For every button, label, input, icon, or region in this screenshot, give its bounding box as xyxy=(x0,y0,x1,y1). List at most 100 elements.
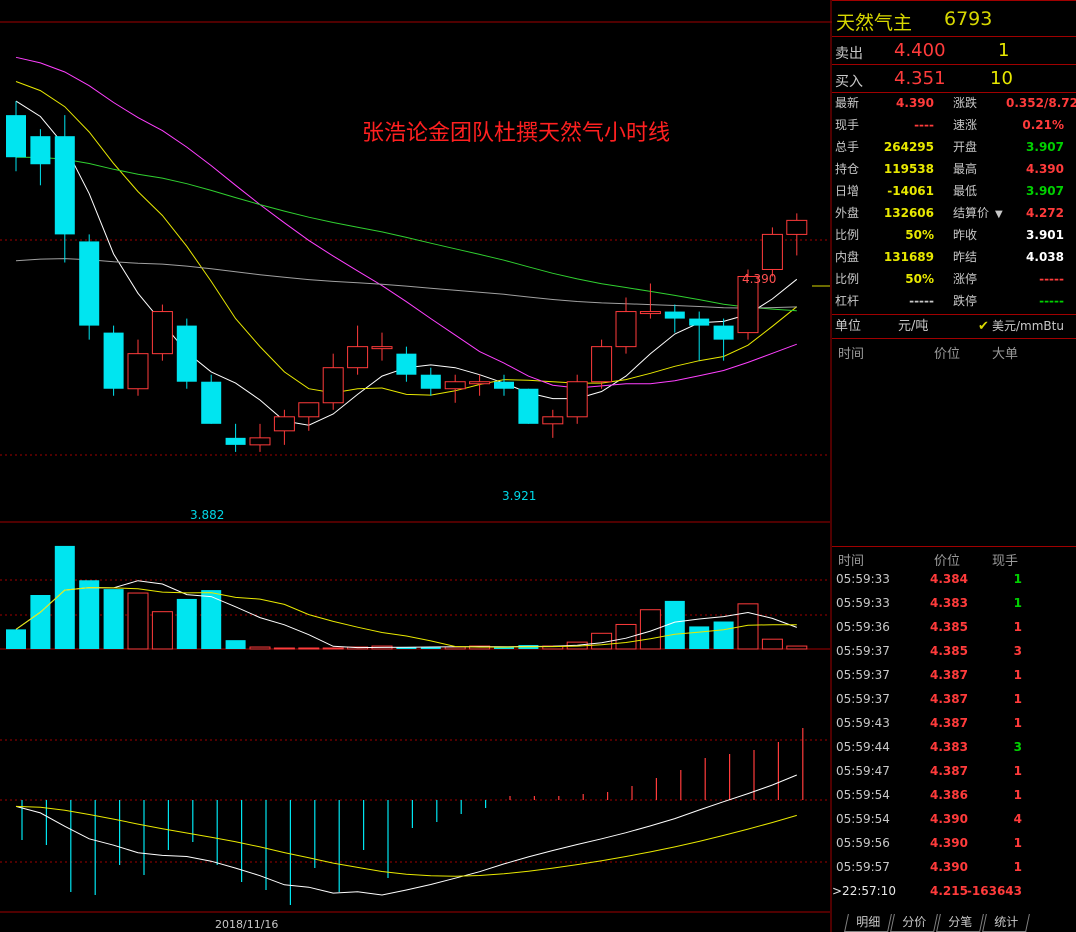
candle-body xyxy=(542,416,564,425)
quote-left-value: ---- xyxy=(914,118,934,132)
candle-body xyxy=(298,402,320,418)
chart-title: 张浩论金团队杜撰天然气小时线 xyxy=(362,121,670,146)
quote-left-value: 132606 xyxy=(883,206,934,220)
candle-body xyxy=(761,233,783,270)
tick-volume: -163643 xyxy=(966,884,1022,898)
quote-left-label: 总手 xyxy=(835,140,860,154)
volume-bar xyxy=(273,647,295,650)
candle-body xyxy=(420,374,441,389)
candle-body xyxy=(30,136,51,165)
quote-left-value: 4.390 xyxy=(896,96,934,110)
tick-volume: 3 xyxy=(1013,644,1022,658)
divider xyxy=(832,0,1076,1)
candle-body xyxy=(371,346,393,350)
candle-body xyxy=(347,346,369,369)
tick-volume: 1 xyxy=(1013,620,1022,634)
tick-time: 05:59:33 xyxy=(836,596,890,610)
tick-time: 05:59:44 xyxy=(836,740,890,754)
tick-time: 05:59:36 xyxy=(836,620,890,634)
tab-detail[interactable]: 明细 xyxy=(844,914,892,932)
high-annotation: 4.390 xyxy=(742,272,776,286)
bid-price[interactable]: 4.351 xyxy=(894,68,946,89)
quote-left-label: 内盘 xyxy=(835,250,860,264)
tick-volume: 1 xyxy=(1013,836,1022,850)
date-label: 2018/11/16 xyxy=(215,918,278,931)
unit-value[interactable]: 元/吨 xyxy=(898,319,928,334)
candle-body xyxy=(786,219,808,235)
tab-stats[interactable]: 统计 xyxy=(982,914,1030,932)
volume-bar xyxy=(322,647,344,650)
quote-right-value: 4.390 xyxy=(1026,162,1064,176)
tick-volume: 3 xyxy=(1013,740,1022,754)
candle-body xyxy=(79,241,100,326)
low-annotation-2: 3.921 xyxy=(502,489,536,503)
candle-body xyxy=(518,388,539,424)
tick-volume: 1 xyxy=(1013,668,1022,682)
quote-right-label: 开盘 xyxy=(953,140,978,154)
bigorder-time-header: 时间 xyxy=(838,347,865,362)
bid-label: 买入 xyxy=(835,74,863,90)
tick-time: 05:59:33 xyxy=(836,572,890,586)
candle-body xyxy=(54,136,75,235)
bigorder-big-header: 大单 xyxy=(992,347,1019,362)
bigorder-price-header: 价位 xyxy=(934,347,961,362)
divider xyxy=(832,546,1076,547)
volume-bar xyxy=(689,626,710,649)
quote-left-value: 50% xyxy=(905,272,934,286)
divider xyxy=(832,338,1076,339)
volume-bar xyxy=(639,609,661,650)
volume-bar xyxy=(249,646,271,650)
volume-bar xyxy=(176,598,197,649)
ask-volume: 1 xyxy=(998,40,1010,61)
tick-volume: 1 xyxy=(1013,788,1022,802)
volume-bar xyxy=(786,645,808,650)
quote-right-label: 结算价 xyxy=(953,206,990,220)
ticks-time-header: 时间 xyxy=(838,554,865,569)
tick-volume: 1 xyxy=(1013,764,1022,778)
quote-left-value: 264295 xyxy=(883,140,934,154)
chevron-down-icon[interactable]: ▼ xyxy=(995,207,1003,222)
quote-right-value: 4.272 xyxy=(1026,206,1064,220)
tick-volume: 1 xyxy=(1013,596,1022,610)
check-icon[interactable]: ✔ xyxy=(978,319,989,334)
quote-right-value: ----- xyxy=(1039,272,1064,286)
tick-time: 05:59:37 xyxy=(836,668,890,682)
quote-right-label: 最低 xyxy=(953,184,978,198)
tick-volume: 1 xyxy=(1013,692,1022,706)
volume-bar xyxy=(225,640,246,649)
tick-time: 05:59:54 xyxy=(836,812,890,826)
candle-body xyxy=(322,367,344,404)
ask-price[interactable]: 4.400 xyxy=(894,40,946,61)
tab-trades[interactable]: 分笔 xyxy=(936,914,984,932)
tick-volume: 1 xyxy=(1013,716,1022,730)
quote-right-value: 3.907 xyxy=(1026,184,1064,198)
tab-price[interactable]: 分价 xyxy=(890,914,938,932)
candle-body xyxy=(151,311,173,355)
tick-volume: 1 xyxy=(1013,860,1022,874)
volume-bar xyxy=(103,589,124,649)
quote-right-value: 0.352/8.72% xyxy=(1006,96,1076,110)
volume-bar xyxy=(79,580,100,649)
quote-right-value: 3.907 xyxy=(1026,140,1064,154)
quote-left-value: 50% xyxy=(905,228,934,242)
quote-right-value: ----- xyxy=(1039,294,1064,308)
quote-right-label: 涨停 xyxy=(953,272,978,286)
divider xyxy=(832,36,1076,37)
tick-time: 05:59:43 xyxy=(836,716,890,730)
quote-right-label: 昨结 xyxy=(953,250,978,264)
volume-bar xyxy=(6,629,26,649)
candle-body xyxy=(713,325,734,340)
unit-label: 单位 xyxy=(835,319,862,334)
tick-time: 05:59:37 xyxy=(836,644,890,658)
candle-body xyxy=(664,311,685,319)
tick-time: >22:57:10 xyxy=(832,884,896,898)
tick-time: 05:59:37 xyxy=(836,692,890,706)
unit-alt[interactable]: 美元/mmBtu xyxy=(992,319,1064,334)
chart-area[interactable]: 张浩论金团队杜撰天然气小时线 4.390 3.882 3.921 2018/11… xyxy=(0,0,832,932)
divider xyxy=(832,314,1076,315)
quote-left-label: 现手 xyxy=(835,118,860,132)
tick-time: 05:59:47 xyxy=(836,764,890,778)
quote-right-value: 0.21% xyxy=(1022,118,1064,132)
candle-body xyxy=(469,381,491,385)
volume-bar xyxy=(127,592,149,650)
